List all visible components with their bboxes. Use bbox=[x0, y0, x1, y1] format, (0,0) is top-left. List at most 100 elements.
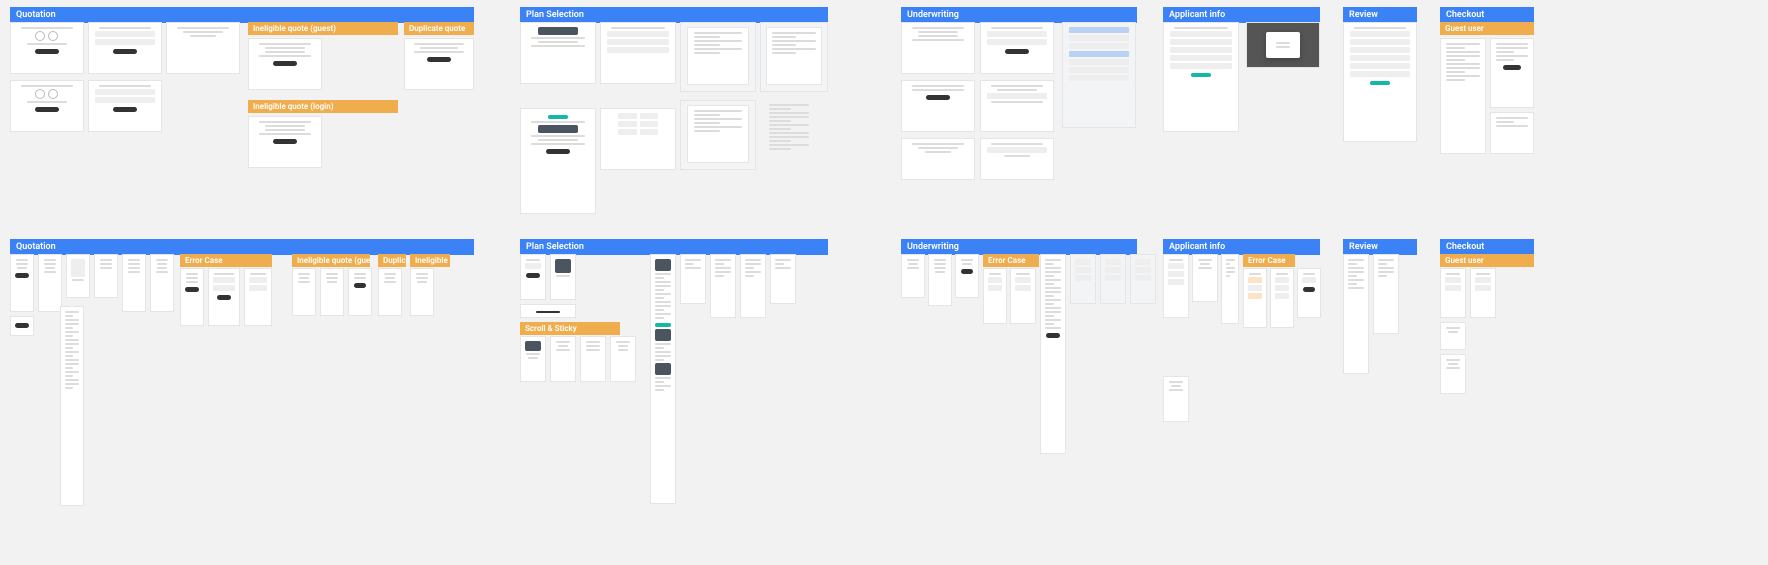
m-plan-b2[interactable] bbox=[710, 254, 736, 318]
m-checkout-2[interactable] bbox=[1470, 268, 1496, 318]
header-underwriting-2: Underwriting bbox=[901, 239, 1137, 255]
screen-plan-3[interactable] bbox=[520, 108, 596, 214]
m-plan-b3[interactable] bbox=[740, 254, 766, 318]
screen-checkout-3[interactable] bbox=[1490, 112, 1534, 154]
screen-ineligible-login[interactable] bbox=[248, 116, 322, 168]
subheader-guest-2: Guest user bbox=[1440, 254, 1534, 267]
m-app-err-1[interactable] bbox=[1243, 268, 1267, 328]
m-ineg-2[interactable] bbox=[320, 268, 344, 316]
m-plan-ss-2[interactable] bbox=[550, 336, 576, 382]
screen-uw-2[interactable] bbox=[980, 22, 1054, 74]
m-quote-err-3[interactable] bbox=[244, 268, 272, 326]
subheader-scroll-sticky: Scroll & Sticky bbox=[520, 322, 620, 335]
subheader-error-uw: Error Case bbox=[983, 254, 1039, 267]
header-quotation-1: Quotation bbox=[10, 7, 474, 23]
screen-uw-5[interactable] bbox=[901, 138, 975, 180]
m-review-2[interactable] bbox=[1373, 254, 1399, 334]
screen-plan-1[interactable] bbox=[520, 22, 596, 84]
m-checkout-4[interactable] bbox=[1440, 354, 1466, 394]
header-quotation-2: Quotation bbox=[10, 239, 474, 255]
screen-uw-6[interactable] bbox=[980, 138, 1054, 180]
m-uw-1[interactable] bbox=[901, 254, 925, 298]
screen-checkout-1[interactable] bbox=[1440, 38, 1486, 154]
m-plan-b1[interactable] bbox=[680, 254, 706, 304]
m-quote-long[interactable] bbox=[60, 306, 84, 506]
screen-quote-3[interactable] bbox=[166, 22, 240, 74]
m-plan-ss-4[interactable] bbox=[610, 336, 636, 382]
screen-applicant-modal[interactable] bbox=[1246, 22, 1320, 68]
m-quote-2[interactable] bbox=[38, 254, 62, 312]
m-app-4[interactable] bbox=[1163, 376, 1189, 422]
header-underwriting-1: Underwriting bbox=[901, 7, 1137, 23]
screen-quote-5[interactable] bbox=[88, 80, 162, 132]
m-app-err-2[interactable] bbox=[1270, 268, 1294, 328]
m-plan-btn[interactable] bbox=[520, 304, 576, 318]
m-checkout-1[interactable] bbox=[1440, 268, 1466, 318]
m-ineg-1[interactable] bbox=[292, 268, 316, 316]
header-checkout-2: Checkout bbox=[1440, 239, 1534, 255]
m-quote-1b[interactable] bbox=[10, 316, 34, 336]
m-inelog-1[interactable] bbox=[410, 268, 434, 316]
screen-review-1[interactable] bbox=[1343, 22, 1417, 142]
m-quote-err-2[interactable] bbox=[208, 268, 240, 326]
m-plan-b4[interactable] bbox=[770, 254, 796, 304]
m-dup-1[interactable] bbox=[378, 268, 402, 316]
subheader-ineligible-login-2: Ineligible quote (login) bbox=[410, 254, 450, 267]
screen-plan-doc-2[interactable] bbox=[760, 22, 828, 92]
m-uw-3[interactable] bbox=[955, 254, 979, 298]
header-plan-selection-1: Plan Selection bbox=[520, 7, 828, 23]
header-review-1: Review bbox=[1343, 7, 1417, 23]
m-checkout-3[interactable] bbox=[1440, 322, 1466, 350]
screen-duplicate[interactable] bbox=[404, 38, 474, 90]
m-uw-long-1[interactable] bbox=[1040, 254, 1066, 454]
m-plan-a1[interactable] bbox=[520, 254, 546, 300]
m-plan-ss-1[interactable] bbox=[520, 336, 546, 382]
subheader-guest-1: Guest user bbox=[1440, 22, 1534, 35]
m-app-1[interactable] bbox=[1163, 254, 1189, 318]
header-applicant-1: Applicant info bbox=[1163, 7, 1320, 23]
subheader-duplicate-1: Duplicate quote bbox=[404, 22, 474, 35]
m-app-err-3[interactable] bbox=[1297, 268, 1321, 318]
header-review-2: Review bbox=[1343, 239, 1417, 255]
m-quote-3[interactable] bbox=[66, 254, 90, 298]
m-quote-err-1[interactable] bbox=[180, 268, 204, 326]
header-checkout-1: Checkout bbox=[1440, 7, 1534, 23]
screen-plan-2[interactable] bbox=[600, 22, 676, 84]
screen-plan-doc-1[interactable] bbox=[680, 22, 756, 92]
subheader-ineligible-guest-1: Ineligible quote (guest) bbox=[248, 22, 398, 35]
m-plan-a2[interactable] bbox=[550, 254, 576, 300]
screen-uw-1[interactable] bbox=[901, 22, 975, 74]
screen-plan-doc-3[interactable] bbox=[680, 100, 756, 170]
m-uw-err-1[interactable] bbox=[983, 268, 1007, 324]
m-uw-panel-1[interactable] bbox=[1070, 254, 1096, 304]
screen-plan-4[interactable] bbox=[600, 108, 676, 170]
screen-applicant-1[interactable] bbox=[1163, 22, 1239, 132]
screen-quote-2[interactable] bbox=[88, 22, 162, 74]
wireframe-canvas[interactable]: Quotation Ineligible quote (guest) Dupli… bbox=[0, 0, 1768, 565]
screen-ineligible-guest[interactable] bbox=[248, 38, 322, 90]
screen-uw-panel[interactable] bbox=[1062, 22, 1136, 128]
m-ineg-3[interactable] bbox=[348, 268, 372, 316]
m-quote-5[interactable] bbox=[122, 254, 146, 312]
screen-checkout-2[interactable] bbox=[1490, 38, 1534, 108]
m-app-2[interactable] bbox=[1192, 254, 1218, 302]
m-app-3[interactable] bbox=[1221, 254, 1239, 324]
subheader-ineligible-login-1: Ineligible quote (login) bbox=[248, 100, 398, 113]
m-uw-panel-2[interactable] bbox=[1100, 254, 1126, 304]
m-review-1[interactable] bbox=[1343, 254, 1369, 374]
m-plan-long-1[interactable] bbox=[650, 254, 676, 504]
header-applicant-2: Applicant info bbox=[1163, 239, 1320, 255]
screen-plan-textcol[interactable] bbox=[764, 100, 814, 210]
screen-quote-4[interactable] bbox=[10, 80, 84, 132]
m-plan-ss-3[interactable] bbox=[580, 336, 606, 382]
screen-uw-4[interactable] bbox=[980, 80, 1054, 132]
header-plan-selection-2: Plan Selection bbox=[520, 239, 828, 255]
m-quote-1[interactable] bbox=[10, 254, 34, 312]
m-quote-4[interactable] bbox=[94, 254, 118, 298]
screen-quote-1[interactable] bbox=[10, 22, 84, 74]
m-uw-panel-3[interactable] bbox=[1130, 254, 1156, 304]
screen-uw-3[interactable] bbox=[901, 80, 975, 132]
m-quote-6[interactable] bbox=[150, 254, 174, 312]
m-uw-2[interactable] bbox=[928, 254, 952, 306]
m-uw-err-2[interactable] bbox=[1010, 268, 1036, 324]
